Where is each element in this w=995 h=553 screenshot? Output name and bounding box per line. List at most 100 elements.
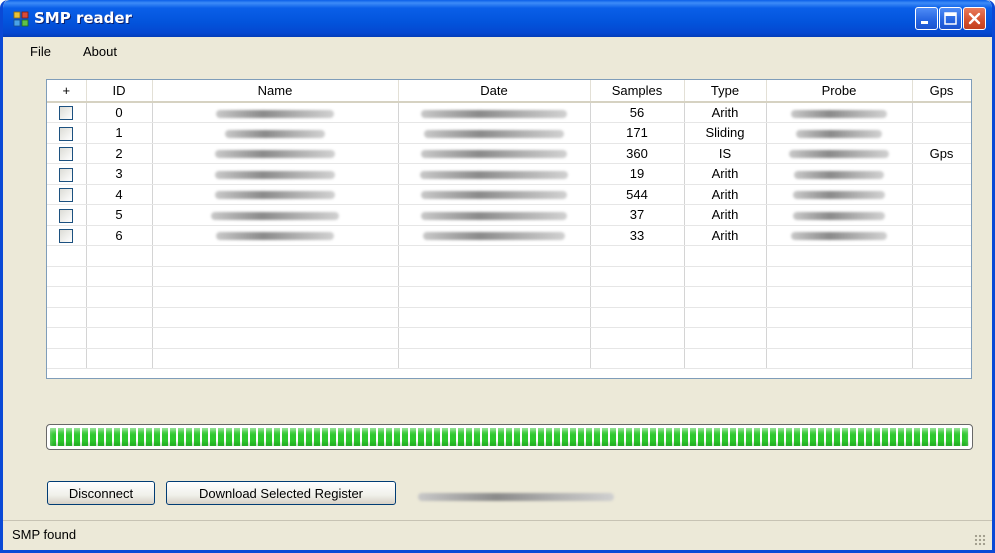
column-header-type[interactable]: Type <box>684 80 767 103</box>
close-button[interactable] <box>963 7 986 30</box>
table-row[interactable]: 2 360 IS Gps <box>47 143 971 164</box>
table-row[interactable]: 0 56 Arith <box>47 102 971 123</box>
empty-cell <box>684 348 767 369</box>
table-row[interactable]: 6 33 Arith <box>47 225 971 246</box>
register-grid[interactable]: + ID Name Date Samples Type Probe Gps 0 5… <box>46 79 972 379</box>
empty-cell <box>912 327 971 349</box>
column-header-select[interactable]: + <box>47 80 87 103</box>
minimize-button[interactable] <box>915 7 938 30</box>
empty-cell <box>590 266 685 287</box>
cell-probe <box>766 143 913 164</box>
cell-name-redacted <box>215 150 335 159</box>
cell-probe-redacted <box>794 170 884 179</box>
disconnect-button[interactable]: Disconnect <box>47 481 155 505</box>
cell-probe <box>766 122 913 144</box>
cell-gps <box>912 225 971 246</box>
row-select-cell <box>47 204 87 226</box>
cell-probe-redacted <box>791 232 887 241</box>
cell-gps <box>912 122 971 144</box>
table-row[interactable]: 4 544 Arith <box>47 184 971 205</box>
column-header-id[interactable]: ID <box>86 80 153 103</box>
empty-cell <box>398 266 591 287</box>
close-icon <box>968 12 981 25</box>
download-progress-bar <box>46 424 973 450</box>
empty-row <box>47 307 971 328</box>
cell-date <box>398 204 591 226</box>
cell-probe <box>766 163 913 185</box>
empty-row <box>47 327 971 349</box>
row-select-checkbox[interactable] <box>59 229 74 244</box>
empty-cell <box>86 307 153 328</box>
cell-name <box>152 163 399 185</box>
empty-cell <box>912 348 971 369</box>
cell-name-redacted <box>215 170 335 179</box>
row-select-cell <box>47 225 87 246</box>
column-header-name[interactable]: Name <box>152 80 399 103</box>
empty-cell <box>86 286 153 308</box>
row-select-checkbox[interactable] <box>59 188 74 203</box>
title-bar[interactable]: SMP reader <box>3 0 992 37</box>
empty-cell <box>590 327 685 349</box>
table-row[interactable]: 3 19 Arith <box>47 163 971 185</box>
table-row[interactable]: 1 171 Sliding <box>47 122 971 144</box>
cell-samples: 171 <box>590 122 685 144</box>
empty-cell <box>47 245 87 267</box>
grid-header-row: + ID Name Date Samples Type Probe Gps <box>47 80 971 103</box>
empty-cell <box>398 245 591 267</box>
menu-about[interactable]: About <box>83 44 117 59</box>
cell-id: 6 <box>86 225 153 246</box>
empty-cell <box>766 245 913 267</box>
row-select-checkbox[interactable] <box>59 208 74 223</box>
row-select-checkbox[interactable] <box>59 147 74 162</box>
empty-cell <box>86 266 153 287</box>
cell-date <box>398 143 591 164</box>
table-row[interactable]: 5 37 Arith <box>47 204 971 226</box>
column-header-date[interactable]: Date <box>398 80 591 103</box>
empty-cell <box>684 307 767 328</box>
row-select-cell <box>47 163 87 185</box>
row-select-cell <box>47 184 87 205</box>
empty-row <box>47 286 971 308</box>
empty-cell <box>398 307 591 328</box>
empty-cell <box>766 307 913 328</box>
empty-cell <box>152 286 399 308</box>
empty-cell <box>152 348 399 369</box>
cell-probe-redacted <box>793 191 885 200</box>
menu-bar: File About <box>3 37 992 67</box>
app-window-icon <box>13 11 29 27</box>
resize-grip-icon[interactable] <box>974 534 986 546</box>
empty-cell <box>47 307 87 328</box>
download-selected-register-button[interactable]: Download Selected Register <box>166 481 396 505</box>
cell-date-redacted <box>423 232 565 241</box>
cell-id: 3 <box>86 163 153 185</box>
register-table: + ID Name Date Samples Type Probe Gps 0 5… <box>47 80 971 369</box>
empty-cell <box>152 307 399 328</box>
empty-cell <box>590 307 685 328</box>
cell-type: Arith <box>684 102 767 123</box>
cell-gps <box>912 184 971 205</box>
cell-type: Arith <box>684 225 767 246</box>
cell-probe <box>766 184 913 205</box>
row-select-checkbox[interactable] <box>59 106 74 121</box>
column-header-probe[interactable]: Probe <box>766 80 913 103</box>
empty-cell <box>684 327 767 349</box>
minimize-icon <box>921 21 928 24</box>
empty-cell <box>47 286 87 308</box>
empty-cell <box>912 286 971 308</box>
row-select-checkbox[interactable] <box>59 167 74 182</box>
menu-file[interactable]: File <box>30 44 51 59</box>
cell-name <box>152 204 399 226</box>
column-header-samples[interactable]: Samples <box>590 80 685 103</box>
cell-name <box>152 143 399 164</box>
cell-name <box>152 102 399 123</box>
maximize-button[interactable] <box>939 7 962 30</box>
cell-probe <box>766 204 913 226</box>
cell-gps: Gps <box>912 143 971 164</box>
column-header-gps[interactable]: Gps <box>912 80 971 103</box>
empty-row <box>47 266 971 287</box>
cell-probe-redacted <box>793 211 885 220</box>
empty-cell <box>398 286 591 308</box>
cell-type: Arith <box>684 184 767 205</box>
row-select-checkbox[interactable] <box>59 126 74 141</box>
cell-type: Arith <box>684 204 767 226</box>
